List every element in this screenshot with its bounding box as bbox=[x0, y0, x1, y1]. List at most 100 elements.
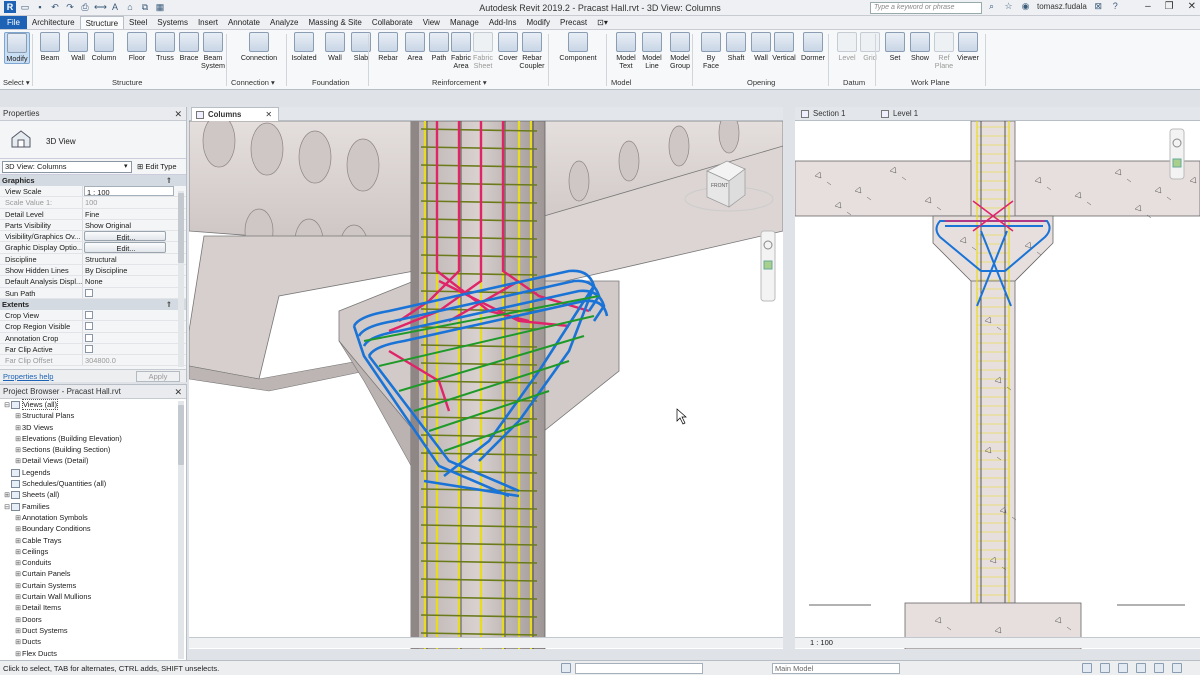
browser-item[interactable]: ⊞Detail Items bbox=[0, 602, 186, 613]
browser-item[interactable]: ⊞Curtain Panels bbox=[0, 568, 186, 579]
connection-button[interactable]: Connection bbox=[237, 32, 281, 62]
browser-item[interactable]: ⊞Ducts bbox=[0, 636, 186, 647]
model-group-button[interactable]: Model Group bbox=[667, 32, 693, 70]
3d-view-canvas[interactable]: FRONT bbox=[189, 121, 783, 649]
fwall-button[interactable]: Wall bbox=[322, 32, 348, 62]
browser-item[interactable]: ⊞Elevations (Building Elevation) bbox=[0, 433, 186, 444]
edit-button[interactable]: Edit... bbox=[84, 231, 166, 242]
browser-item[interactable]: ⊟ Families bbox=[0, 501, 186, 512]
ribbon-group-label[interactable]: Connection ▾ bbox=[231, 78, 275, 87]
edit-button[interactable]: Edit... bbox=[84, 242, 166, 253]
browser-item[interactable]: ⊞Duct Systems bbox=[0, 625, 186, 636]
tab-collaborate[interactable]: Collaborate bbox=[367, 16, 418, 29]
section-view-canvas[interactable]: 1 : 100 bbox=[795, 121, 1200, 649]
maximize-icon[interactable]: ❐ bbox=[1165, 1, 1174, 12]
selection-links-icon[interactable] bbox=[1082, 663, 1092, 673]
browser-scrollbar[interactable] bbox=[178, 401, 184, 659]
browser-item[interactable]: ⊞Doors bbox=[0, 614, 186, 625]
browser-item[interactable]: ⊞Detail Views (Detail) bbox=[0, 455, 186, 466]
properties-scrollbar[interactable] bbox=[178, 191, 184, 367]
grid-button[interactable]: Grid bbox=[857, 32, 883, 62]
search-icon[interactable]: ⌕ bbox=[986, 1, 997, 12]
wall-button[interactable]: Wall bbox=[65, 32, 91, 62]
tab-annotate[interactable]: Annotate bbox=[223, 16, 265, 29]
drag-on-selection-icon[interactable] bbox=[1154, 663, 1164, 673]
property-checkbox[interactable] bbox=[83, 333, 186, 343]
tab-section-1[interactable]: Section 1 bbox=[797, 107, 852, 121]
tab-insert[interactable]: Insert bbox=[193, 16, 223, 29]
3d-view-icon[interactable]: ⌂ bbox=[124, 1, 136, 13]
search-input[interactable]: Type a keyword or phrase bbox=[870, 2, 982, 14]
browser-item[interactable]: ⊟ Views (all) bbox=[0, 399, 186, 410]
tab-manage[interactable]: Manage bbox=[445, 16, 484, 29]
truss-button[interactable]: Truss bbox=[152, 32, 178, 62]
ribbon-group-label[interactable]: Model bbox=[611, 78, 631, 87]
collapse-icon[interactable]: ⇑ bbox=[166, 175, 172, 186]
browser-item[interactable]: Legends bbox=[0, 467, 186, 478]
beam-system-button[interactable]: Beam System bbox=[200, 32, 226, 70]
browser-item[interactable]: ⊞Annotation Symbols bbox=[0, 512, 186, 523]
ribbon-group-label[interactable]: Foundation bbox=[312, 78, 350, 87]
browser-item[interactable]: Schedules/Quantities (all) bbox=[0, 478, 186, 489]
shaft-button[interactable]: Shaft bbox=[723, 32, 749, 62]
expand-icon[interactable]: ⊞ bbox=[14, 649, 22, 660]
contextual-tab-menu[interactable]: ⊡▾ bbox=[592, 16, 613, 29]
view-scale[interactable]: 1 : 100 bbox=[810, 638, 833, 648]
model-text-button[interactable]: Model Text bbox=[613, 32, 639, 70]
browser-item[interactable]: ⊞Curtain Wall Mullions bbox=[0, 591, 186, 602]
show-button[interactable]: Show bbox=[907, 32, 933, 62]
browser-item[interactable]: ⊞Curtain Systems bbox=[0, 580, 186, 591]
browser-item[interactable]: ⊞Boundary Conditions bbox=[0, 523, 186, 534]
model-line-button[interactable]: Model Line bbox=[639, 32, 665, 70]
property-value[interactable]: Show Original bbox=[83, 220, 186, 230]
cart-icon[interactable]: ⊠ bbox=[1093, 1, 1104, 12]
selection-pinned-icon[interactable] bbox=[1118, 663, 1128, 673]
close-icon[interactable]: ✕ bbox=[174, 385, 182, 399]
collapse-icon[interactable]: ⇑ bbox=[166, 299, 172, 310]
area-button[interactable]: Area bbox=[402, 32, 428, 62]
property-checkbox[interactable] bbox=[83, 321, 186, 331]
fabric-sheet-button[interactable]: Fabric Sheet bbox=[470, 32, 496, 70]
close-views-icon[interactable]: ⧉ bbox=[139, 1, 151, 13]
isolated-button[interactable]: Isolated bbox=[291, 32, 317, 62]
ref-plane-button[interactable]: Ref Plane bbox=[931, 32, 957, 70]
browser-item[interactable]: ⊞Structural Plans bbox=[0, 410, 186, 421]
apply-button[interactable]: Apply bbox=[136, 371, 180, 382]
text-icon[interactable]: A bbox=[109, 1, 121, 13]
properties-help-link[interactable]: Properties help bbox=[3, 372, 53, 381]
property-group[interactable]: Extents ⇑ bbox=[0, 298, 186, 310]
type-selector[interactable]: 3D View: Columns bbox=[2, 161, 132, 173]
undo-icon[interactable]: ↶ bbox=[49, 1, 61, 13]
tab-architecture[interactable]: Architecture bbox=[27, 16, 80, 29]
ribbon-group-label[interactable]: Select ▾ bbox=[3, 78, 30, 87]
property-value[interactable]: By Discipline bbox=[83, 265, 186, 275]
floor-button[interactable]: Floor bbox=[124, 32, 150, 62]
help-icon[interactable]: ? bbox=[1110, 1, 1121, 12]
beam-button[interactable]: Beam bbox=[37, 32, 63, 62]
navigation-bar[interactable] bbox=[760, 230, 776, 302]
vertical-button[interactable]: Vertical bbox=[771, 32, 797, 62]
print-icon[interactable]: ⎙ bbox=[79, 1, 91, 13]
minimize-icon[interactable]: – bbox=[1145, 1, 1151, 12]
rebar-button[interactable]: Rebar bbox=[375, 32, 401, 62]
dormer-button[interactable]: Dormer bbox=[800, 32, 826, 62]
tab-modify[interactable]: Modify bbox=[521, 16, 555, 29]
filter-icon[interactable] bbox=[1172, 663, 1182, 673]
viewer-button[interactable]: Viewer bbox=[955, 32, 981, 62]
brace-button[interactable]: Brace bbox=[176, 32, 202, 62]
tab-precast[interactable]: Precast bbox=[555, 16, 592, 29]
user-icon[interactable]: ◉ bbox=[1020, 1, 1031, 12]
tab-structure[interactable]: Structure bbox=[79, 16, 125, 29]
by-face-button[interactable]: By Face bbox=[698, 32, 724, 70]
property-group[interactable]: Graphics ⇑ bbox=[0, 175, 186, 186]
ribbon-group-label[interactable]: Work Plane bbox=[911, 78, 950, 87]
measure-icon[interactable]: ⟷ bbox=[94, 1, 107, 13]
set-button[interactable]: Set bbox=[882, 32, 908, 62]
select-by-face-icon[interactable] bbox=[1136, 663, 1146, 673]
slab-button[interactable]: Slab bbox=[348, 32, 374, 62]
property-value[interactable]: 1 : 100 bbox=[84, 186, 174, 197]
property-checkbox[interactable] bbox=[83, 288, 186, 298]
property-value[interactable]: None bbox=[83, 276, 186, 286]
close-icon[interactable]: ✕ bbox=[174, 107, 182, 121]
tab-analyze[interactable]: Analyze bbox=[265, 16, 303, 29]
